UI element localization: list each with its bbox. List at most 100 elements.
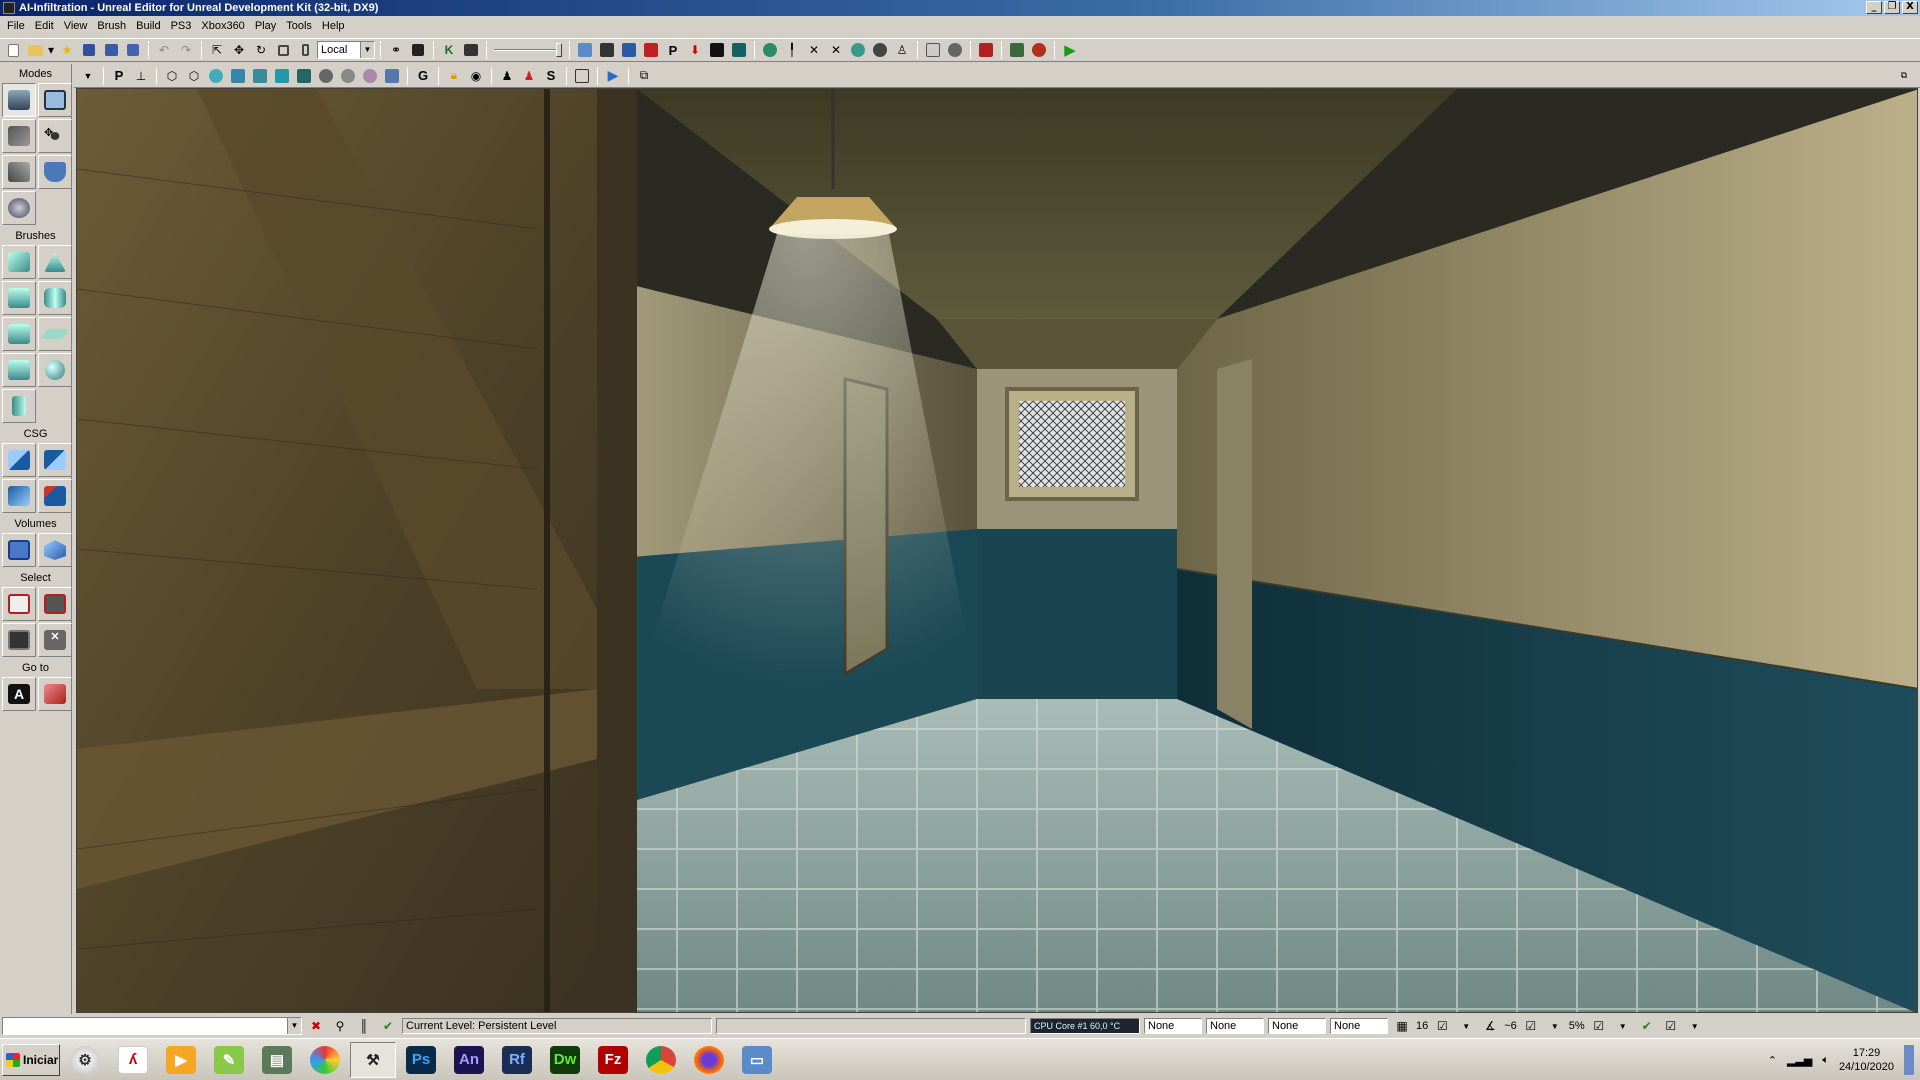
sphere-brush-button[interactable] (38, 353, 72, 387)
lighting-quality-icon[interactable] (707, 40, 727, 60)
new-file-icon[interactable] (3, 40, 23, 60)
menu-help[interactable]: Help (317, 20, 350, 32)
csg-intersect-button[interactable] (2, 479, 36, 513)
menu-ps3[interactable]: PS3 (166, 20, 197, 32)
scale-icon[interactable] (273, 40, 293, 60)
spiral-stair-brush-button[interactable] (2, 353, 36, 387)
lighting-channels-icon[interactable] (382, 66, 402, 86)
close-button[interactable]: X (1902, 1, 1918, 14)
level-check-icon[interactable]: ✔ (378, 1016, 398, 1036)
realtime-play-icon[interactable]: ▶ (603, 66, 623, 86)
task-photoshop[interactable]: Ps (398, 1042, 444, 1078)
perspective-viewport[interactable] (76, 88, 1918, 1013)
console-icon[interactable] (976, 40, 996, 60)
csg-add-button[interactable] (2, 443, 36, 477)
geometry-mode-button[interactable] (38, 83, 72, 117)
realtime-preview-icon[interactable] (923, 40, 943, 60)
linear-stair-brush-button[interactable] (2, 317, 36, 351)
lighting-only-icon[interactable] (272, 66, 292, 86)
foliage-mode-button[interactable] (38, 155, 72, 189)
menu-build[interactable]: Build (131, 20, 165, 32)
wireframe-view-icon[interactable]: ⬡ (162, 66, 182, 86)
grid-snap-toggle[interactable]: ☑ (1432, 1016, 1452, 1036)
mesh-paint-icon[interactable]: ♙ (892, 40, 912, 60)
play-button[interactable]: ▶ (1060, 40, 1080, 60)
show-selected-button[interactable] (2, 623, 36, 657)
sound-toggle-button[interactable]: S (541, 66, 561, 86)
add-volume-button[interactable] (2, 533, 36, 567)
task-settings[interactable]: ⚙ (62, 1042, 108, 1078)
task-notepad[interactable]: ✎ (206, 1042, 252, 1078)
favorite-star-icon[interactable]: ★ (57, 40, 77, 60)
texture-align-mode-button[interactable]: ✥ (38, 119, 72, 153)
close-level-icon[interactable]: ✖ (306, 1016, 326, 1036)
menu-view[interactable]: View (59, 20, 93, 32)
binoculars-icon[interactable]: ⚭ (386, 40, 406, 60)
select-inverse-button[interactable] (38, 587, 72, 621)
rotation-snap-dropdown[interactable]: ▼ (1545, 1016, 1565, 1036)
task-network-app[interactable]: ▭ (734, 1042, 780, 1078)
select-arrow-icon[interactable]: ⇱ (207, 40, 227, 60)
detail-lighting-icon[interactable] (250, 66, 270, 86)
level-browser-icon[interactable]: ⚲ (330, 1016, 350, 1036)
task-media-player[interactable]: ▶ (158, 1042, 204, 1078)
cone-brush-button[interactable] (38, 245, 72, 279)
landscape-mode-button[interactable] (2, 191, 36, 225)
camera-speed-thumb[interactable] (556, 43, 562, 57)
select-all-button[interactable] (2, 587, 36, 621)
texture-density-icon[interactable] (316, 66, 336, 86)
rotate-icon[interactable]: ↻ (251, 40, 271, 60)
eye-icon[interactable]: ◉ (466, 66, 486, 86)
content-browser-icon[interactable] (461, 40, 481, 60)
matinee-icon[interactable] (408, 40, 428, 60)
light-complexity-icon[interactable] (294, 66, 314, 86)
scale-snap-dropdown[interactable]: ▼ (1613, 1016, 1633, 1036)
build-geometry-icon[interactable] (575, 40, 595, 60)
volumetric-brush-button[interactable] (2, 389, 36, 423)
coord-system-select[interactable]: Local ▼ (317, 41, 375, 59)
hide-selected-button[interactable]: ✕ (38, 623, 72, 657)
play-from-here-icon[interactable]: ⬇ (685, 40, 705, 60)
task-filezilla[interactable]: Fz (590, 1042, 636, 1078)
menu-tools[interactable]: Tools (281, 20, 317, 32)
menu-xbox360[interactable]: Xbox360 (196, 20, 249, 32)
build-paths-icon[interactable] (619, 40, 639, 60)
redo-icon[interactable]: ↷ (176, 40, 196, 60)
task-chrome[interactable] (638, 1042, 684, 1078)
globe-icon[interactable] (760, 40, 780, 60)
lightmap-density-icon[interactable] (360, 66, 380, 86)
viewport-options-dropdown[interactable]: ▼ (78, 66, 98, 86)
menu-play[interactable]: Play (250, 20, 281, 32)
lit-view-icon[interactable] (228, 66, 248, 86)
play-in-viewport-icon[interactable] (1007, 40, 1027, 60)
viewport-link-icon[interactable]: ⧉ (634, 66, 654, 86)
sheet-brush-button[interactable] (38, 317, 72, 351)
brush-wireframe-icon[interactable]: ⬡ (184, 66, 204, 86)
network-signal-icon[interactable]: ▂▃▅ (1787, 1054, 1812, 1067)
task-firefox[interactable] (686, 1042, 732, 1078)
lock-viewport-icon[interactable]: ⊥ (131, 66, 151, 86)
rotation-snap-icon[interactable]: ∡ (1480, 1016, 1500, 1036)
grid-snap-icon[interactable]: ▦ (1392, 1016, 1412, 1036)
help-globe-icon[interactable] (945, 40, 965, 60)
snap-icon[interactable]: ✕ (804, 40, 824, 60)
drag-grid-dropdown[interactable]: ▼ (1685, 1016, 1705, 1036)
lightmass-icon[interactable] (729, 40, 749, 60)
play-in-viewport-red-icon[interactable]: ♟ (519, 66, 539, 86)
open-dropdown-icon[interactable]: ▾ (47, 40, 55, 60)
level-lock-icon[interactable]: ║ (354, 1016, 374, 1036)
curved-stair-brush-button[interactable] (2, 281, 36, 315)
task-pdf-reader[interactable]: ʎ (110, 1042, 156, 1078)
build-cover-icon[interactable] (641, 40, 661, 60)
save-all-icon[interactable] (101, 40, 121, 60)
menu-file[interactable]: File (2, 20, 30, 32)
cylinder-brush-button[interactable] (38, 281, 72, 315)
goto-actor-button[interactable]: A (2, 677, 36, 711)
drag-grid-toggle[interactable]: ☑ (1661, 1016, 1681, 1036)
grid-size-dropdown[interactable]: ▼ (1456, 1016, 1476, 1036)
camera-mode-button[interactable] (2, 83, 36, 117)
minimize-button[interactable]: _ (1866, 1, 1882, 14)
lock-icon[interactable]: 🔒︎ (444, 66, 464, 86)
cube-brush-button[interactable] (2, 245, 36, 279)
volume-icon[interactable]: 🔈︎ (1822, 1054, 1829, 1067)
